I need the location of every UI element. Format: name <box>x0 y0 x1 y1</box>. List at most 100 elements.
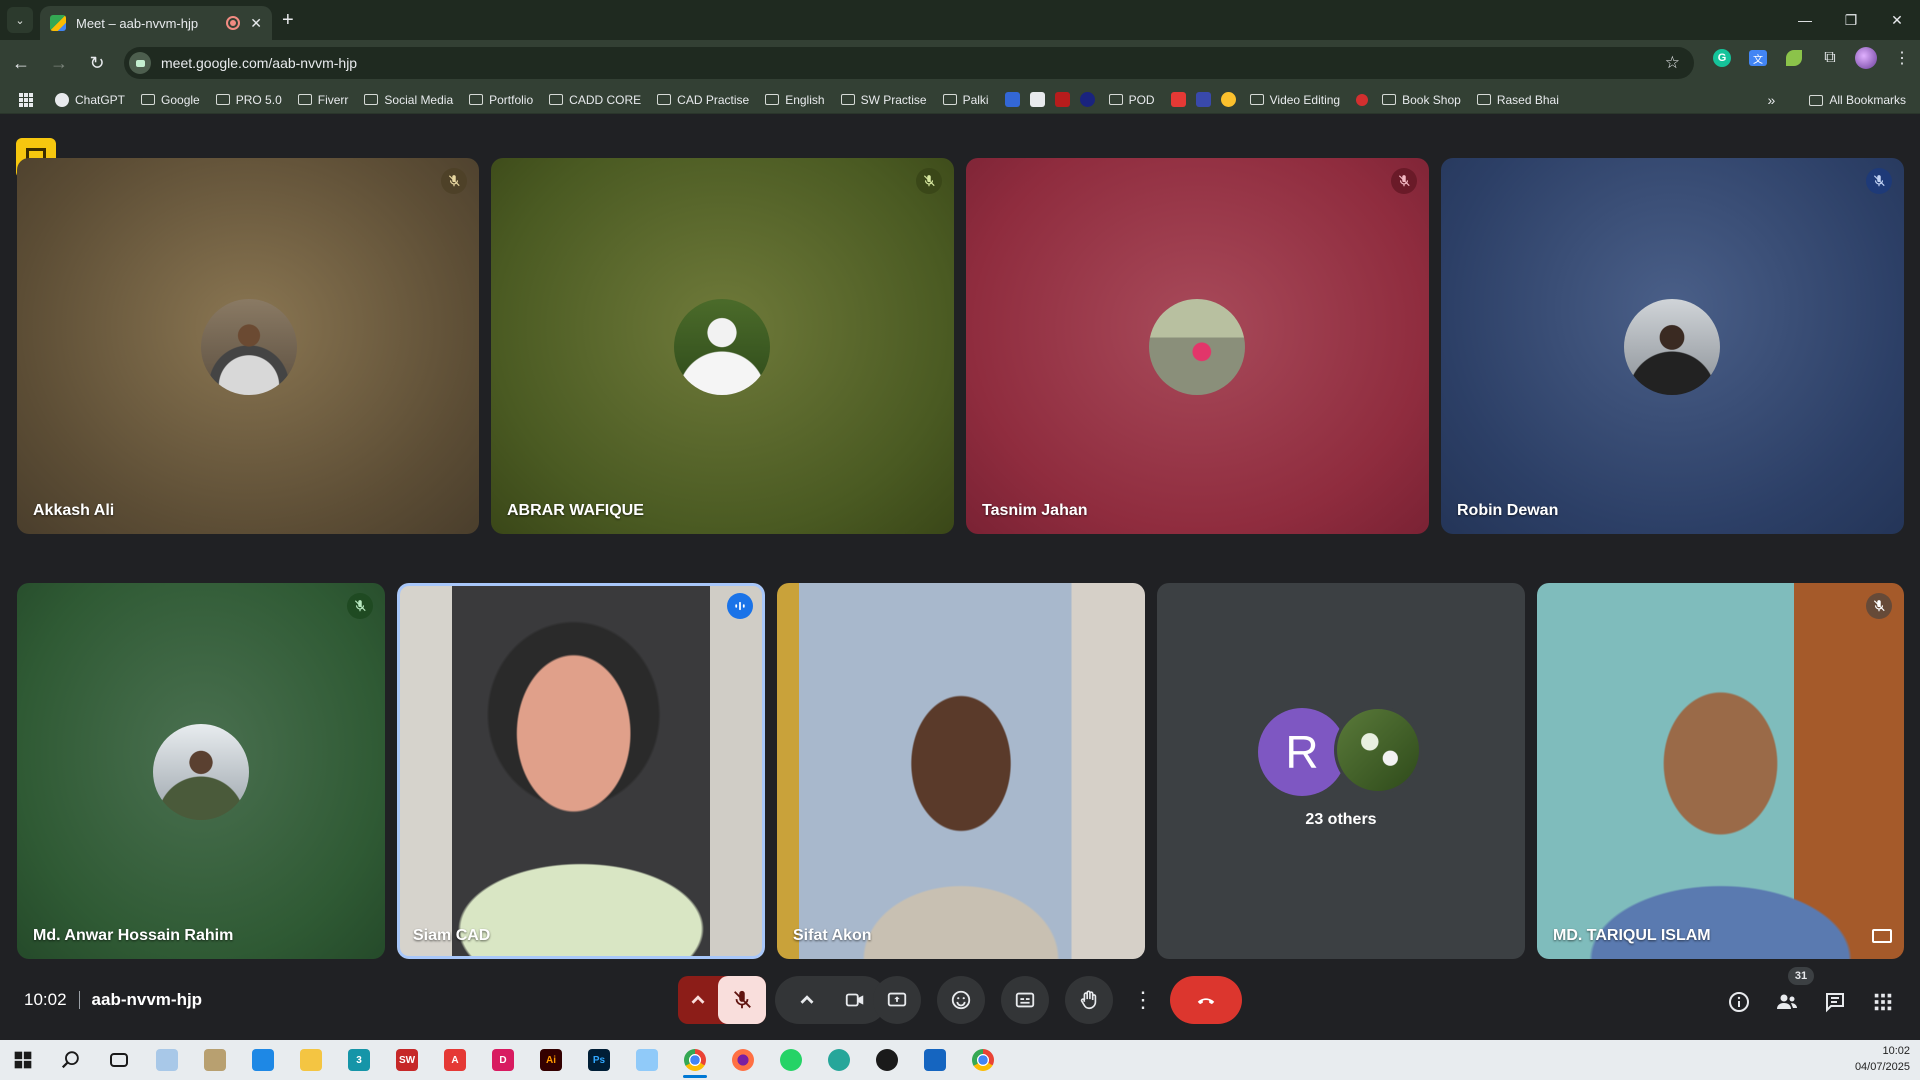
taskbar-app[interactable] <box>915 1040 955 1080</box>
extensions-puzzle-icon[interactable]: ⧉ <box>1818 46 1842 70</box>
people-button[interactable] <box>1773 988 1801 1016</box>
bookmark-red-dot[interactable] <box>1356 93 1369 106</box>
more-vert-icon: ⋮ <box>1132 987 1154 1012</box>
taskbar-app[interactable] <box>243 1040 283 1080</box>
bookmark-folder-sw-practise[interactable]: SW Practise <box>840 93 927 107</box>
participant-tile[interactable]: Md. Anwar Hossain Rahim <box>17 583 385 959</box>
participant-video-tile[interactable]: Sifat Akon <box>777 583 1145 959</box>
taskbar-app[interactable]: SW <box>387 1040 427 1080</box>
participant-tile[interactable]: Tasnim Jahan <box>966 158 1429 534</box>
camera-button[interactable] <box>831 976 879 1024</box>
site-info-icon[interactable] <box>129 52 151 74</box>
video-options-chevron-icon[interactable] <box>783 976 831 1024</box>
address-bar[interactable]: meet.google.com/aab-nvvm-hjp ☆ <box>124 47 1694 79</box>
back-button[interactable]: ← <box>4 46 38 80</box>
bookmark-mk[interactable] <box>1195 92 1211 107</box>
bookmark-red[interactable] <box>1054 92 1070 107</box>
tab-search-button[interactable]: ⌄ <box>7 7 33 33</box>
bookmark-folder-pro[interactable]: PRO 5.0 <box>215 93 282 107</box>
bookmark-folder-pod[interactable]: POD <box>1108 93 1155 107</box>
new-tab-button[interactable]: + <box>282 9 294 32</box>
task-view-button[interactable] <box>99 1040 139 1080</box>
restore-icon[interactable]: ❐ <box>1828 0 1874 40</box>
activities-button[interactable] <box>1869 988 1897 1016</box>
bookmark-chatgpt[interactable]: ChatGPT <box>55 92 125 107</box>
taskbar-app[interactable]: Ai <box>531 1040 571 1080</box>
bookmark-folder-fiverr[interactable]: Fiverr <box>297 93 348 107</box>
mk-icon <box>1195 92 1211 107</box>
participant-video-tile[interactable]: MD. TARIQUL ISLAM <box>1537 583 1904 959</box>
others-tile[interactable]: R 23 others <box>1157 583 1525 959</box>
profile-avatar[interactable] <box>1854 46 1878 70</box>
taskbar-app[interactable] <box>723 1040 763 1080</box>
red-bookmark-icon <box>1054 92 1070 107</box>
search-button[interactable] <box>51 1040 91 1080</box>
bookmark-folder-google[interactable]: Google <box>141 93 200 107</box>
taskbar-app[interactable] <box>627 1040 667 1080</box>
reactions-button[interactable] <box>937 976 985 1024</box>
bookmark-forms[interactable] <box>1004 92 1020 107</box>
start-button[interactable] <box>3 1040 43 1080</box>
bookmark-folder-social-media[interactable]: Social Media <box>364 93 453 107</box>
translate-icon[interactable]: 文 <box>1746 46 1770 70</box>
bookmark-folder-book-shop[interactable]: Book Shop <box>1382 93 1461 107</box>
bookmark-emoji[interactable] <box>1220 92 1236 107</box>
captions-button[interactable] <box>1001 976 1049 1024</box>
mic-off-icon <box>916 168 942 194</box>
taskbar-app[interactable]: A <box>435 1040 475 1080</box>
system-clock[interactable]: 10:02 04/07/2025 <box>1855 1043 1910 1075</box>
present-button[interactable] <box>873 976 921 1024</box>
all-bookmarks-button[interactable]: All Bookmarks <box>1809 93 1906 107</box>
bookmark-folder-palki[interactable]: Palki <box>942 93 989 107</box>
taskbar-app[interactable] <box>963 1040 1003 1080</box>
leave-call-button[interactable] <box>1170 976 1242 1024</box>
chat-button[interactable] <box>1821 988 1849 1016</box>
apps-grid-icon[interactable] <box>19 92 33 107</box>
tab-meet[interactable]: Meet – aab-nvvm-hjp ✕ <box>40 6 272 40</box>
forward-button[interactable]: → <box>42 46 76 80</box>
bookmark-x[interactable] <box>1170 92 1186 107</box>
meet-stage: Akkash Ali ABRAR WAFIQUE Tasnim Jahan Ro… <box>0 115 1920 1040</box>
bookmark-cc[interactable] <box>1029 92 1045 107</box>
grammarly-icon[interactable]: G <box>1710 46 1734 70</box>
minimize-icon[interactable]: — <box>1782 0 1828 40</box>
taskbar-app[interactable] <box>147 1040 187 1080</box>
close-window-icon[interactable]: ✕ <box>1874 0 1920 40</box>
url-text[interactable]: meet.google.com/aab-nvvm-hjp <box>161 55 1665 71</box>
taskbar-app[interactable] <box>291 1040 331 1080</box>
more-options-button[interactable]: ⋮ <box>1129 976 1157 1024</box>
folder-icon <box>549 94 564 105</box>
mute-button[interactable] <box>718 976 766 1024</box>
leaf-extension-icon[interactable] <box>1782 46 1806 70</box>
bookmark-folder-cad-practise[interactable]: CAD Practise <box>657 93 749 107</box>
taskbar-app[interactable] <box>195 1040 235 1080</box>
bookmark-folder-video-editing[interactable]: Video Editing <box>1249 93 1340 107</box>
bookmark-folder-rased-bhai[interactable]: Rased Bhai <box>1476 93 1559 107</box>
taskbar-app[interactable] <box>819 1040 859 1080</box>
taskbar-app[interactable] <box>771 1040 811 1080</box>
reload-button[interactable]: ↻ <box>80 46 114 80</box>
taskbar-app[interactable]: 3 <box>339 1040 379 1080</box>
participant-video-tile[interactable]: Siam CAD <box>397 583 765 959</box>
more-bookmarks-icon[interactable]: » <box>1768 92 1776 108</box>
bookmark-folder-english[interactable]: English <box>765 93 825 107</box>
avatar <box>1624 299 1720 395</box>
meeting-details-button[interactable] <box>1725 988 1753 1016</box>
bookmark-edu[interactable] <box>1079 92 1095 107</box>
folder-icon <box>1382 94 1397 105</box>
taskbar-app[interactable]: Ps <box>579 1040 619 1080</box>
audio-options-chevron-icon[interactable] <box>678 976 718 1024</box>
browser-menu-icon[interactable]: ⋮ <box>1890 46 1914 70</box>
bookmark-folder-cadd-core[interactable]: CADD CORE <box>549 93 641 107</box>
pip-icon[interactable] <box>1872 929 1892 943</box>
taskbar-app[interactable]: D <box>483 1040 523 1080</box>
close-tab-icon[interactable]: ✕ <box>250 15 262 32</box>
taskbar-app[interactable] <box>867 1040 907 1080</box>
raise-hand-button[interactable] <box>1065 976 1113 1024</box>
participant-tile[interactable]: Akkash Ali <box>17 158 479 534</box>
participant-tile[interactable]: Robin Dewan <box>1441 158 1904 534</box>
participant-tile[interactable]: ABRAR WAFIQUE <box>491 158 954 534</box>
bookmark-folder-portfolio[interactable]: Portfolio <box>469 93 533 107</box>
bookmark-star-icon[interactable]: ☆ <box>1665 53 1680 73</box>
taskbar-chrome[interactable] <box>675 1040 715 1080</box>
